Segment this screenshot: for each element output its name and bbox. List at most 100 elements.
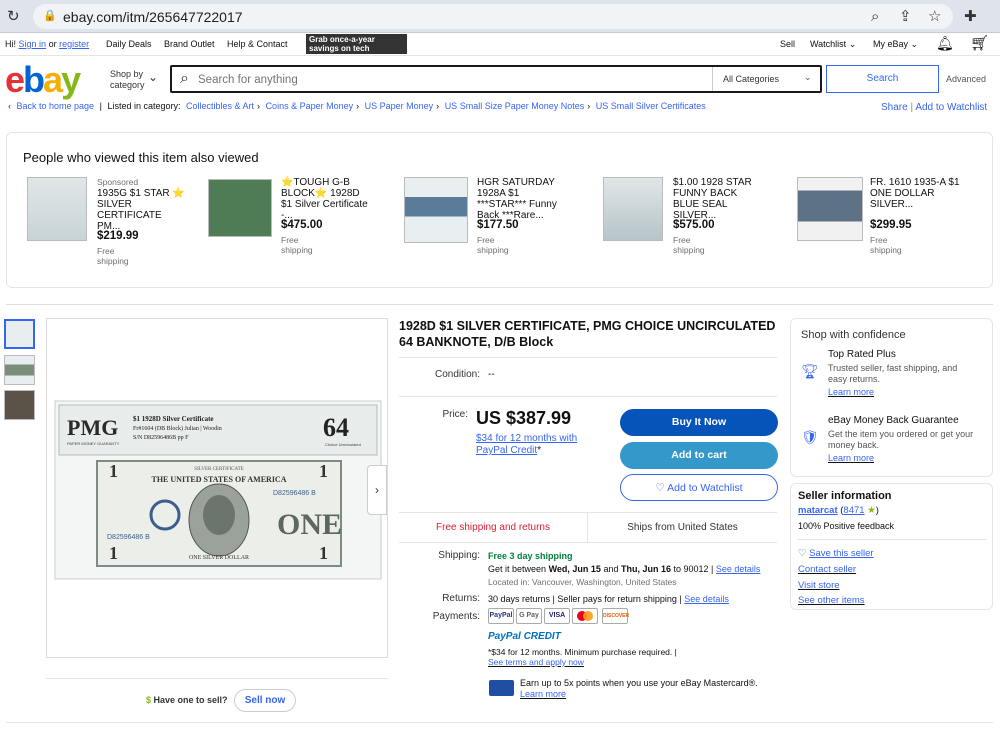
note-thumbnail	[404, 177, 468, 243]
card-price: $475.00	[281, 219, 323, 231]
next-image-button[interactable]: ›	[367, 465, 387, 515]
note-thumbnail	[27, 177, 87, 241]
mastercard-promo: Earn up to 5x points when you use your e…	[520, 678, 758, 688]
breadcrumb-item[interactable]: US Small Size Paper Money Notes	[445, 101, 585, 111]
category-select[interactable]: All Categories	[723, 74, 779, 84]
back-home-link[interactable]: Back to home page	[17, 101, 95, 111]
sign-in-link[interactable]: Sign in	[19, 39, 47, 49]
feedback-count-link[interactable]: 8471	[843, 505, 864, 516]
item-price: US $387.99	[476, 408, 572, 428]
brand-outlet-link[interactable]: Brand Outlet	[164, 39, 215, 49]
breadcrumb-item[interactable]: Coins & Paper Money	[266, 101, 354, 111]
daily-deals-link[interactable]: Daily Deals	[106, 39, 152, 49]
gallery-thumbnail[interactable]	[4, 355, 35, 385]
positive-feedback: 100% Positive feedback	[798, 521, 895, 531]
slab-title: $1 1928D Silver Certificate	[133, 415, 214, 423]
card-price: $177.50	[477, 219, 519, 231]
share-page-icon[interactable]: ⇪	[899, 9, 912, 24]
my-ebay-menu[interactable]: My eBay ⌄	[873, 39, 918, 50]
watchlist-menu[interactable]: Watchlist ⌄	[810, 39, 856, 50]
notification-bell-icon[interactable]: 🔔︎	[936, 35, 954, 52]
ebay-mastercard-icon	[489, 680, 514, 696]
svg-text:1: 1	[319, 461, 328, 481]
divider	[6, 722, 993, 723]
advanced-search-link[interactable]: Advanced	[946, 74, 986, 84]
address-bar[interactable]: 🔒 ebay.com/itm/265647722017 ⌕ ⇪ ☆	[33, 4, 953, 29]
item-location: Located in: Vancouver, Washington, Unite…	[488, 577, 677, 587]
buy-it-now-button[interactable]: Buy It Now	[620, 409, 778, 436]
add-to-watchlist-button[interactable]: ♡ Add to Watchlist	[620, 474, 778, 501]
top-nav: Hi! Sign in or register Daily Deals Bran…	[0, 33, 1000, 55]
free-shipping-tab[interactable]: Free shipping and returns	[399, 522, 587, 533]
confidence-title: eBay Money Back Guarantee	[828, 415, 959, 426]
slab-footer: PAPER MONEY GUARANTY	[67, 441, 120, 446]
learn-more-link[interactable]: Learn more	[828, 453, 874, 463]
listed-in-label: Listed in category:	[107, 101, 181, 111]
ebay-logo[interactable]: ebay	[5, 59, 81, 100]
section-heading: People who viewed this item also viewed	[23, 150, 259, 165]
returns-policy: 30 days returns | Seller pays for return…	[488, 594, 729, 604]
register-link[interactable]: register	[59, 39, 89, 49]
banknote-slab-image: PMG $1 1928D Silver Certificate Fr#1604 …	[54, 400, 382, 580]
breadcrumb: ‹ Back to home page | Listed in category…	[8, 101, 706, 111]
see-details-link[interactable]: See details	[684, 594, 729, 604]
note-serial: D82596486 B	[107, 534, 150, 541]
zoom-icon[interactable]: ⌕	[871, 9, 879, 24]
see-other-items-link[interactable]: See other items	[798, 595, 865, 606]
breadcrumb-item[interactable]: Collectibles & Art	[186, 101, 254, 111]
share-link[interactable]: Share	[881, 102, 908, 113]
breadcrumb-item[interactable]: US Paper Money	[365, 101, 434, 111]
visit-store-link[interactable]: Visit store	[798, 580, 840, 591]
bookmark-star-icon[interactable]: ☆	[928, 9, 941, 24]
seller-name-link[interactable]: matarcat	[798, 505, 838, 516]
add-watchlist-link[interactable]: Add to Watchlist	[915, 102, 987, 113]
logo-letter: y	[61, 59, 81, 100]
sell-link[interactable]: Sell	[780, 39, 795, 49]
shipping-speed: Free 3 day shipping	[488, 551, 573, 561]
divider	[399, 396, 777, 397]
divider	[712, 67, 713, 91]
item-title: 1928D $1 SILVER CERTIFICATE, PMG CHOICE …	[399, 319, 776, 349]
sell-now-button[interactable]: Sell now	[234, 689, 296, 712]
shop-by-category[interactable]: Shop by category ⌄	[110, 69, 158, 91]
card-price: $299.95	[870, 219, 912, 231]
cart-icon[interactable]: 🛒︎	[970, 34, 989, 52]
contact-seller-link[interactable]: Contact seller	[798, 564, 856, 575]
shipping-label: Shipping:	[438, 550, 480, 561]
heart-icon: ♡	[798, 548, 807, 559]
gallery-thumbnail[interactable]	[4, 319, 35, 349]
ships-from-tab[interactable]: Ships from United States	[588, 522, 777, 533]
learn-more-link[interactable]: Learn more	[520, 689, 566, 699]
logo-letter: b	[23, 59, 45, 100]
main-image[interactable]: PMG $1 1928D Silver Certificate Fr#1604 …	[46, 318, 388, 658]
breadcrumb-item[interactable]: US Small Silver Certificates	[596, 101, 706, 111]
extensions-icon[interactable]: ✚	[964, 9, 977, 24]
credit-terms: *$34 for 12 months. Minimum purchase req…	[488, 647, 677, 657]
search-button[interactable]: Search	[826, 65, 939, 93]
see-details-link[interactable]: See details	[716, 564, 761, 574]
search-input[interactable]	[198, 71, 698, 89]
have-one-to-sell: $ Have one to sell?	[146, 695, 228, 705]
divider	[399, 357, 777, 358]
top-rated-badge-icon: 🏆︎	[801, 363, 819, 379]
save-seller-link[interactable]: Save this seller	[809, 548, 873, 559]
help-contact-link[interactable]: Help & Contact	[227, 39, 288, 49]
see-terms-link[interactable]: See terms and apply now	[488, 657, 584, 667]
promo-banner[interactable]: Grab once-a-year savings on tech	[306, 34, 407, 54]
card-title: ⭐TOUGH G-B BLOCK⭐ 1928D $1 Silver Certif…	[281, 177, 368, 221]
gallery-thumbnail[interactable]	[4, 390, 35, 420]
card-title: $1.00 1928 STAR FUNNY BACK BLUE SEAL SIL…	[673, 177, 752, 221]
card-shipping: Free shipping	[673, 235, 705, 255]
condition-value: --	[488, 369, 495, 380]
confidence-title: Top Rated Plus	[828, 349, 896, 360]
svg-text:1: 1	[109, 461, 118, 481]
lock-icon[interactable]: 🔒	[43, 9, 57, 24]
note-thumbnail	[603, 177, 663, 241]
reload-icon[interactable]: ↻	[7, 9, 20, 24]
add-to-cart-button[interactable]: Add to cart	[620, 442, 778, 469]
shield-dollar-icon: 🛡︎	[801, 429, 819, 445]
slab-line: S/N D82596486B pp F	[133, 435, 189, 441]
financing-link[interactable]: $34 for 12 months with PayPal Credit*	[476, 433, 586, 457]
chevron-down-icon: ⌄	[848, 39, 857, 49]
learn-more-link[interactable]: Learn more	[828, 387, 874, 397]
